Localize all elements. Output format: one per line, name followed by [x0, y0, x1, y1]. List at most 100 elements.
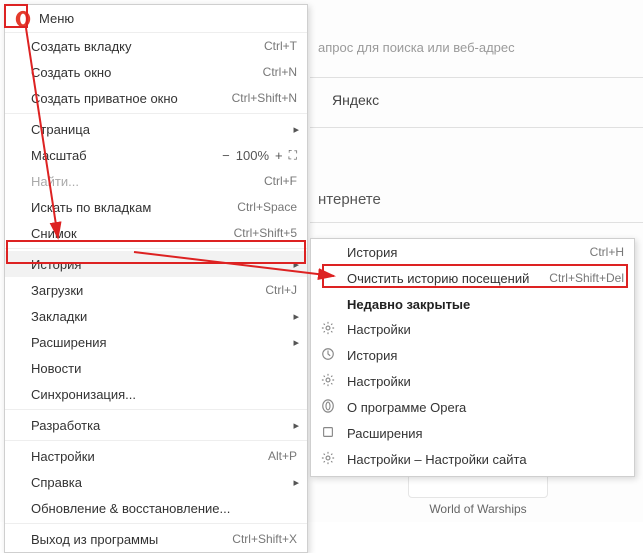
label: Найти... — [31, 174, 264, 189]
chevron-right-icon: ▸ — [293, 419, 299, 432]
label: Создать вкладку — [31, 39, 264, 54]
shortcut: Ctrl+Shift+N — [232, 91, 297, 105]
gear-icon — [321, 321, 337, 337]
zoom-out-button[interactable]: − — [222, 148, 230, 163]
recent-item[interactable]: Настройки — [311, 368, 634, 394]
menu-bookmarks[interactable]: Закладки ▸ — [5, 303, 307, 329]
label: Создать окно — [31, 65, 263, 80]
puzzle-icon — [321, 425, 337, 441]
label: Искать по вкладкам — [31, 200, 237, 215]
chevron-right-icon: ▸ — [293, 123, 299, 136]
recent-item[interactable]: Настройки – Настройки сайта — [311, 446, 634, 472]
menu-separator — [5, 409, 307, 410]
label: Страница — [31, 122, 297, 137]
tile-caption: World of Warships — [408, 502, 548, 516]
clock-icon — [321, 347, 337, 363]
label: Настройки — [31, 449, 268, 464]
chevron-right-icon: ▸ — [293, 336, 299, 349]
menu-separator — [5, 440, 307, 441]
submenu-clear-history[interactable]: Очистить историю посещений Ctrl+Shift+De… — [311, 265, 634, 291]
label: Расширения — [31, 335, 297, 350]
label: Новости — [31, 361, 297, 376]
opera-icon[interactable] — [13, 9, 33, 29]
label: Настройки — [347, 374, 624, 389]
fullscreen-icon[interactable]: ⛶ — [289, 148, 297, 163]
main-menu: Меню Создать вкладку Ctrl+T Создать окно… — [4, 4, 308, 553]
label: Расширения — [347, 426, 624, 441]
label: Закладки — [31, 309, 297, 324]
menu-history[interactable]: История ▸ — [5, 251, 307, 277]
address-bar-placeholder[interactable]: апрос для поиска или веб-адрес — [318, 40, 515, 55]
recent-item[interactable]: О программе Opera — [311, 394, 634, 420]
zoom-in-button[interactable]: + — [275, 148, 283, 163]
label: Очистить историю посещений — [347, 271, 549, 286]
gear-icon — [321, 373, 337, 389]
menu-extensions[interactable]: Расширения ▸ — [5, 329, 307, 355]
shortcut: Ctrl+Shift+X — [232, 532, 297, 546]
menu-update[interactable]: Обновление & восстановление... — [5, 495, 307, 521]
bookmark-yandex[interactable]: Яндекс — [332, 92, 379, 108]
submenu-history[interactable]: История Ctrl+H — [311, 239, 634, 265]
shortcut: Ctrl+H — [590, 245, 624, 259]
menu-new-tab[interactable]: Создать вкладку Ctrl+T — [5, 33, 307, 59]
zoom-value: 100% — [236, 148, 269, 163]
label: История — [347, 348, 624, 363]
shortcut: Ctrl+F — [264, 174, 297, 188]
gear-icon — [321, 451, 337, 467]
label: История — [31, 257, 297, 272]
menu-dev[interactable]: Разработка ▸ — [5, 412, 307, 438]
menu-separator — [5, 113, 307, 114]
menu-news[interactable]: Новости — [5, 355, 307, 381]
chevron-right-icon: ▸ — [293, 258, 299, 271]
label: Загрузки — [31, 283, 265, 298]
label: Настройки — [347, 322, 624, 337]
chevron-right-icon: ▸ — [293, 310, 299, 323]
label: Настройки – Настройки сайта — [347, 452, 624, 467]
menu-snapshot[interactable]: Снимок Ctrl+Shift+5 — [5, 220, 307, 246]
divider — [310, 77, 643, 78]
recent-item[interactable]: Настройки — [311, 316, 634, 342]
label: О программе Opera — [347, 400, 624, 415]
recent-item[interactable]: Расширения — [311, 420, 634, 446]
menu-zoom[interactable]: Масштаб − 100% + ⛶ — [5, 142, 307, 168]
shortcut: Ctrl+J — [265, 283, 297, 297]
label: Масштаб — [31, 148, 222, 163]
menu-new-window[interactable]: Создать окно Ctrl+N — [5, 59, 307, 85]
menu-search-tabs[interactable]: Искать по вкладкам Ctrl+Space — [5, 194, 307, 220]
recent-heading: Недавно закрытые — [311, 291, 634, 316]
recent-item[interactable]: История — [311, 342, 634, 368]
menu-settings[interactable]: Настройки Alt+P — [5, 443, 307, 469]
divider — [310, 222, 643, 223]
shortcut: Alt+P — [268, 449, 297, 463]
chevron-right-icon: ▸ — [293, 476, 299, 489]
label: Разработка — [31, 418, 297, 433]
divider — [310, 127, 643, 128]
menu-new-private[interactable]: Создать приватное окно Ctrl+Shift+N — [5, 85, 307, 111]
label: Обновление & восстановление... — [31, 501, 297, 516]
shortcut: Ctrl+T — [264, 39, 297, 53]
menu-sync[interactable]: Синхронизация... — [5, 381, 307, 407]
label: Справка — [31, 475, 297, 490]
menu-exit[interactable]: Выход из программы Ctrl+Shift+X — [5, 526, 307, 552]
menu-find[interactable]: Найти... Ctrl+F — [5, 168, 307, 194]
menu-separator — [5, 248, 307, 249]
shortcut: Ctrl+Shift+Del — [549, 271, 624, 285]
menu-title: Меню — [39, 11, 74, 26]
menu-page[interactable]: Страница ▸ — [5, 116, 307, 142]
shortcut: Ctrl+Space — [237, 200, 297, 214]
menu-help[interactable]: Справка ▸ — [5, 469, 307, 495]
label: Синхронизация... — [31, 387, 297, 402]
label: Создать приватное окно — [31, 91, 232, 106]
menu-separator — [5, 523, 307, 524]
section-label: нтернете — [318, 191, 381, 208]
label: Снимок — [31, 226, 234, 241]
label: История — [347, 245, 590, 260]
shortcut: Ctrl+N — [263, 65, 297, 79]
opera-icon — [321, 399, 337, 415]
shortcut: Ctrl+Shift+5 — [234, 226, 297, 240]
menu-downloads[interactable]: Загрузки Ctrl+J — [5, 277, 307, 303]
history-submenu: История Ctrl+H Очистить историю посещени… — [310, 238, 635, 477]
zoom-controls: − 100% + ⛶ — [222, 148, 297, 163]
label: Выход из программы — [31, 532, 232, 547]
menu-header: Меню — [5, 5, 307, 33]
